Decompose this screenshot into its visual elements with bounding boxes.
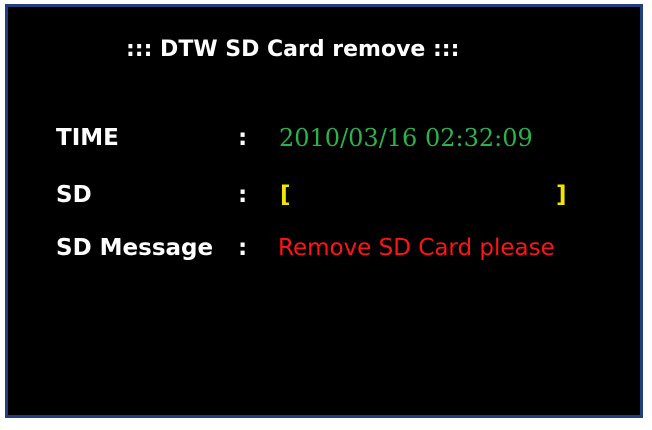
sd-row: SD : [ ]: [56, 178, 616, 212]
message-separator: :: [238, 235, 248, 261]
sd-remove-screen: ::: DTW SD Card remove ::: TIME : 2010/0…: [5, 4, 643, 418]
time-value: 2010/03/16 02:32:09: [279, 124, 533, 152]
message-label: SD Message: [56, 235, 214, 261]
time-label: TIME: [56, 125, 119, 151]
screen-title: ::: DTW SD Card remove :::: [126, 37, 460, 62]
time-row: TIME : 2010/03/16 02:32:09: [56, 121, 616, 155]
time-separator: :: [238, 125, 248, 151]
message-row: SD Message : Remove SD Card please: [56, 231, 626, 265]
sd-progress-close-bracket: ]: [556, 182, 567, 208]
sd-progress-open-bracket: [: [280, 182, 291, 208]
sd-label: SD: [56, 182, 92, 208]
message-value: Remove SD Card please: [278, 235, 555, 261]
sd-separator: :: [238, 182, 248, 208]
